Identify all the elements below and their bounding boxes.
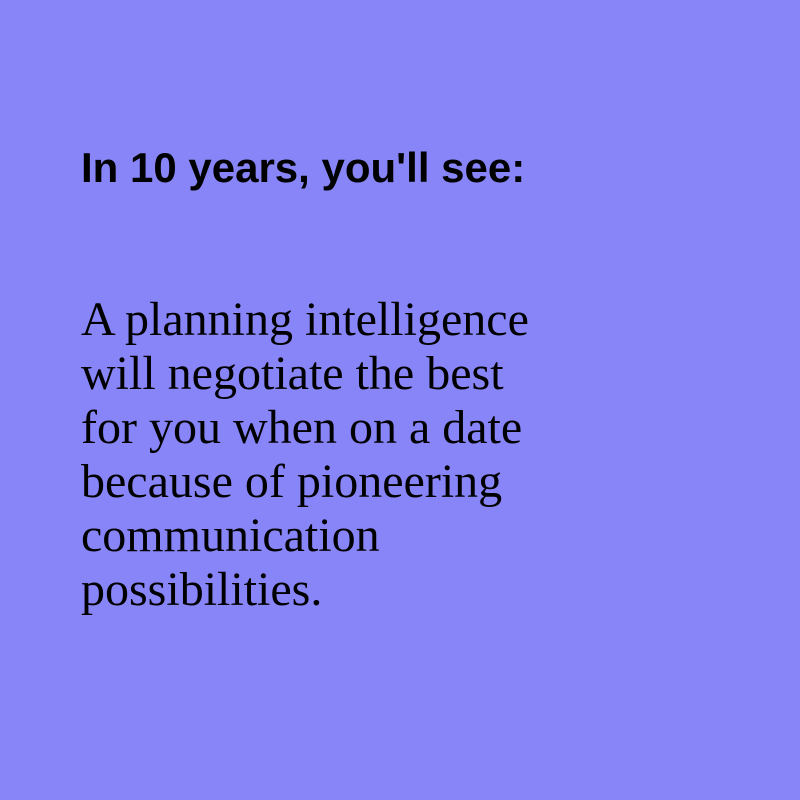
prediction-line: A planning intelligence bbox=[81, 293, 529, 346]
prediction-line: will negotiate the best bbox=[81, 347, 504, 400]
prediction-line: possibilities. bbox=[81, 563, 323, 616]
quote-card: In 10 years, you'll see: A planning inte… bbox=[0, 0, 800, 800]
prediction-line: communication bbox=[81, 509, 380, 562]
prediction-line: because of pioneering bbox=[81, 455, 503, 508]
prediction-text: A planning intelligence will negotiate t… bbox=[81, 293, 701, 617]
heading: In 10 years, you'll see: bbox=[81, 144, 526, 191]
prediction-line: for you when on a date bbox=[81, 401, 523, 454]
